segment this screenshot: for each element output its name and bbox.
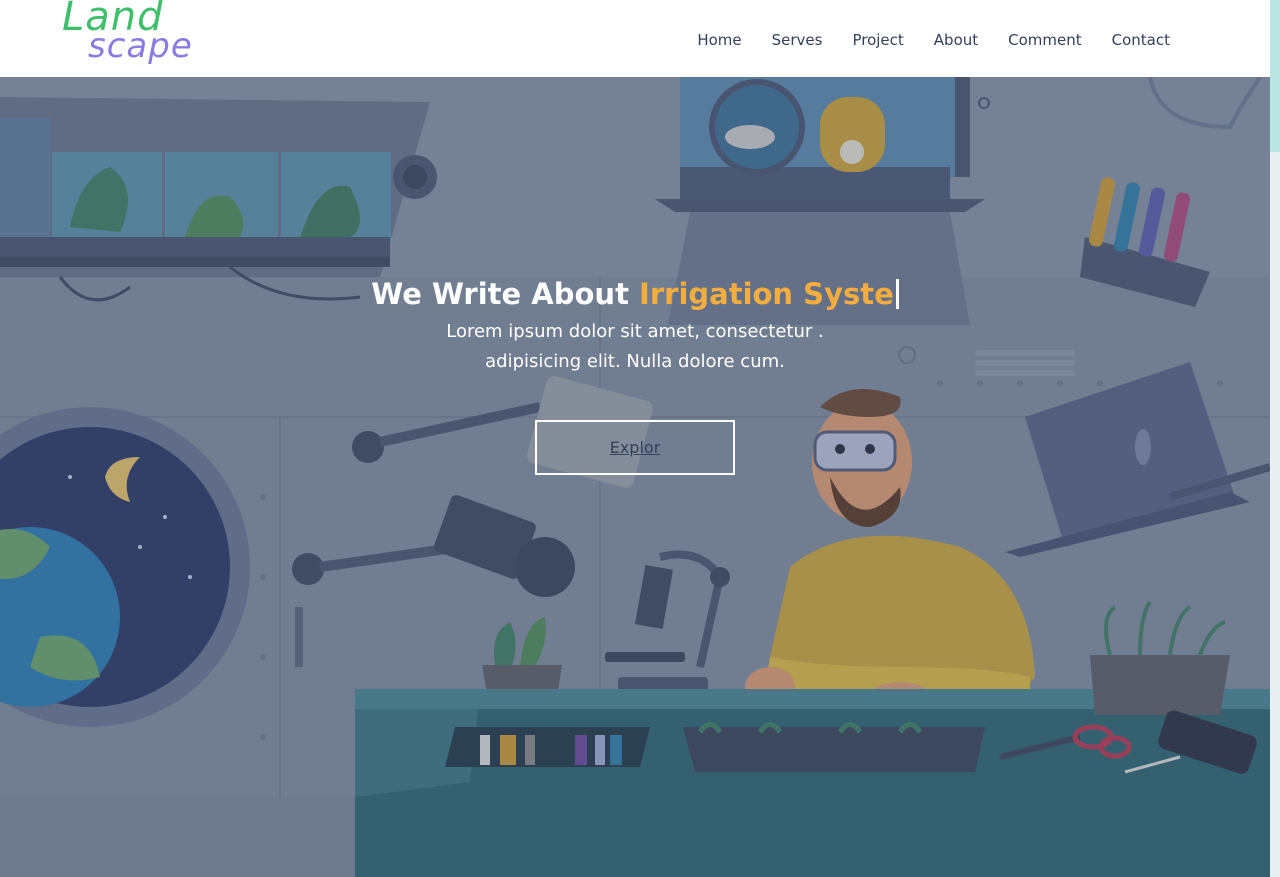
hero-section bbox=[0, 77, 1270, 877]
page-scrollbar[interactable] bbox=[1270, 0, 1280, 877]
navbar: Land scape Home Serves Project About Com… bbox=[0, 0, 1270, 77]
nav-project[interactable]: Project bbox=[852, 31, 903, 49]
explore-button-wrap: Explor bbox=[0, 420, 1270, 475]
hero-overlay bbox=[0, 77, 1270, 877]
hero-title: We Write About Irrigation Syste bbox=[0, 277, 1270, 311]
logo[interactable]: Land scape bbox=[62, 0, 222, 77]
typing-cursor bbox=[895, 279, 899, 309]
explore-button[interactable]: Explor bbox=[535, 420, 735, 475]
logo-word-scape: scape bbox=[88, 26, 193, 66]
main-nav: Home Serves Project About Comment Contac… bbox=[697, 31, 1170, 49]
nav-contact[interactable]: Contact bbox=[1112, 31, 1170, 49]
hero-title-prefix: We Write About bbox=[371, 277, 629, 311]
nav-comment[interactable]: Comment bbox=[1008, 31, 1082, 49]
hero-subtitle-line1: Lorem ipsum dolor sit amet, consectetur … bbox=[446, 321, 824, 342]
nav-home[interactable]: Home bbox=[697, 31, 741, 49]
nav-about[interactable]: About bbox=[934, 31, 978, 49]
hero-subtitle-line2: adipisicing elit. Nulla dolore cum. bbox=[485, 351, 785, 372]
hero-subtitle: Lorem ipsum dolor sit amet, consectetur … bbox=[0, 317, 1270, 377]
scrollbar-thumb[interactable] bbox=[1270, 0, 1280, 152]
hero-content: We Write About Irrigation Syste Lorem ip… bbox=[0, 277, 1270, 475]
hero-title-typed: Irrigation Syste bbox=[639, 277, 894, 311]
nav-serves[interactable]: Serves bbox=[772, 31, 823, 49]
